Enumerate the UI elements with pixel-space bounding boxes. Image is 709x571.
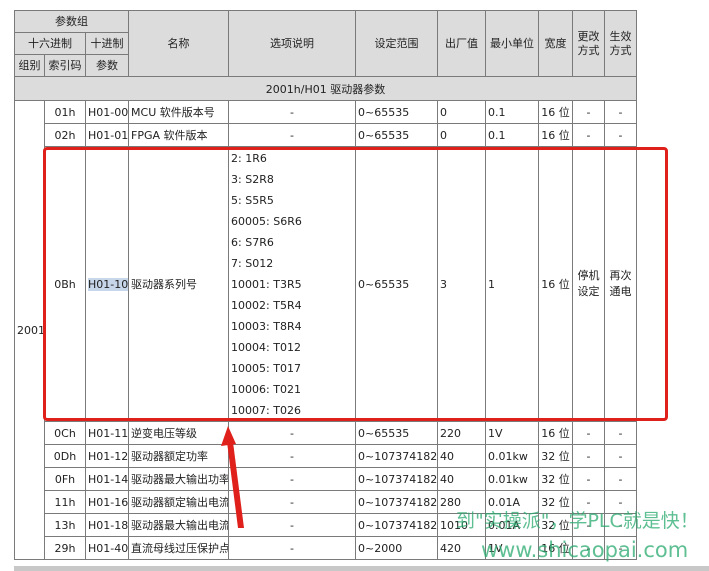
watermark-slogan: 到"实操派"，学PLC就是快！: [456, 510, 699, 532]
watermark-url: www.shicaopai.com: [481, 538, 689, 562]
red-arrow-annotation: [221, 426, 244, 528]
arrow-shaft: [227, 442, 244, 528]
bottom-scroll-band: [14, 566, 709, 571]
